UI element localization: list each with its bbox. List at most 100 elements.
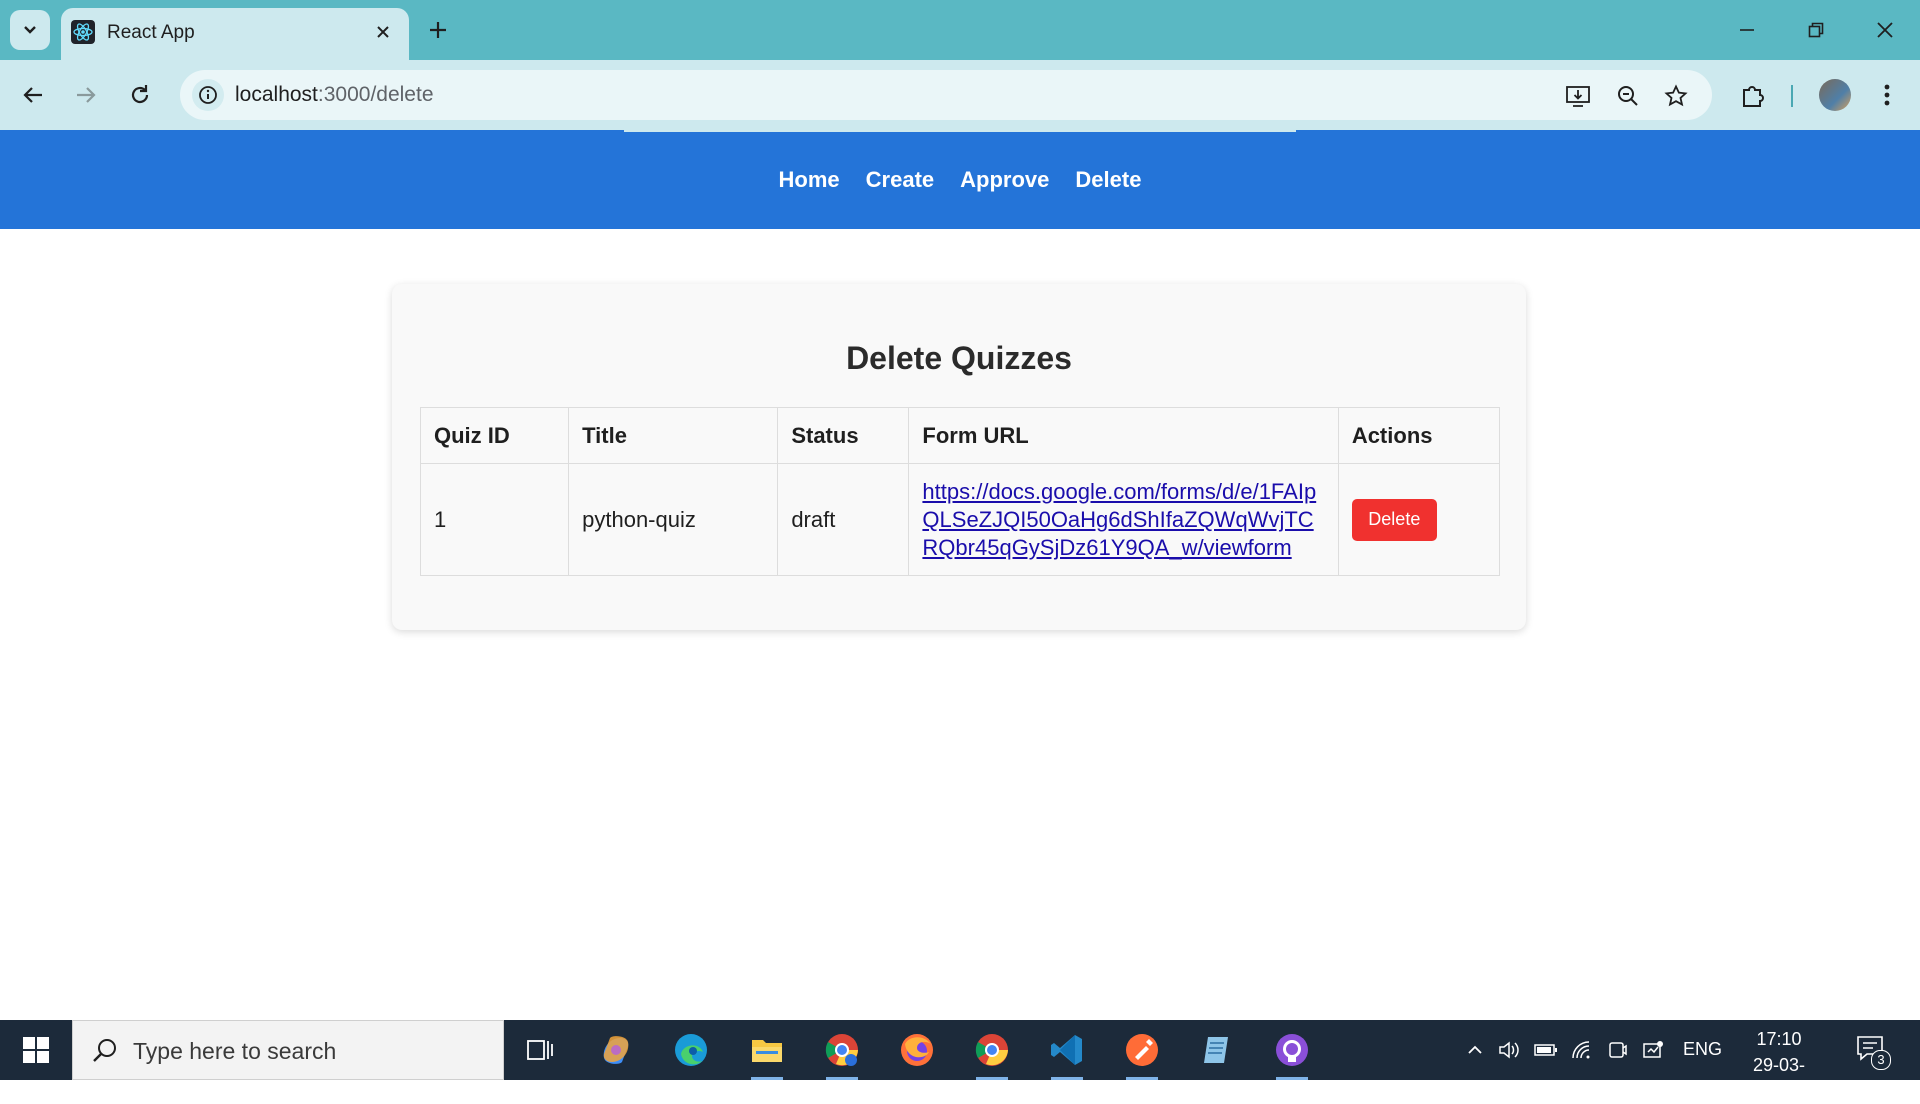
zoom-out-icon <box>1618 86 1638 106</box>
search-icon <box>93 1039 116 1062</box>
url-text: localhost:3000/delete <box>235 83 434 107</box>
postman-icon <box>1126 1034 1158 1066</box>
tab-close-button[interactable] <box>371 20 395 44</box>
zoom-button[interactable] <box>1614 82 1642 110</box>
page-title: Delete Quizzes <box>846 340 1072 376</box>
notification-count-badge: 3 <box>1871 1050 1891 1070</box>
browser-menu-button[interactable] <box>1871 79 1903 111</box>
back-button[interactable] <box>15 77 51 113</box>
browser-tabstrip: React App <box>0 0 1920 60</box>
wifi-icon <box>1572 1041 1590 1059</box>
info-icon <box>199 86 217 104</box>
close-window-button[interactable] <box>1862 12 1908 48</box>
taskbar-clock[interactable]: 17:10 29-03-2025 <box>1734 1026 1824 1104</box>
notepad-icon <box>1204 1037 1228 1063</box>
bookmark-button[interactable] <box>1662 82 1690 110</box>
cell-title: python-quiz <box>568 463 779 576</box>
profile-avatar[interactable] <box>1819 79 1851 111</box>
puzzle-icon <box>1743 86 1764 107</box>
reload-icon <box>131 85 149 104</box>
taskbar: Type here to search ENG 17:10 29-03-2025… <box>0 1020 1920 1101</box>
taskbar-search-box[interactable]: Type here to search <box>72 1020 504 1080</box>
task-view-button[interactable] <box>516 1026 564 1074</box>
folder-icon <box>752 1040 782 1062</box>
cell-actions: Delete <box>1337 463 1501 576</box>
more-vertical-icon <box>1884 84 1890 106</box>
new-tab-button[interactable] <box>424 16 452 44</box>
tab-search-button[interactable] <box>10 10 50 50</box>
header-title: Title <box>568 407 779 464</box>
taskbar-app-copilot[interactable] <box>592 1026 640 1074</box>
taskbar-app-chrome[interactable] <box>968 1026 1016 1080</box>
arrow-left-icon <box>23 87 42 103</box>
header-quiz-id: Quiz ID <box>419 407 570 464</box>
taskbar-app-firefox[interactable] <box>893 1026 941 1074</box>
battery-icon <box>1534 1044 1557 1056</box>
browser-toolbar: localhost:3000/delete <box>0 60 1920 130</box>
reload-button[interactable] <box>122 77 158 113</box>
restore-button[interactable] <box>1793 12 1839 48</box>
chrome-icon <box>825 1034 858 1066</box>
header-status: Status <box>777 407 910 464</box>
delete-quizzes-card: Delete Quizzes Quiz ID Title Status Form… <box>392 284 1526 630</box>
sync-status-button[interactable] <box>1638 1035 1668 1065</box>
copilot-icon <box>603 1036 629 1064</box>
extensions-button[interactable] <box>1737 79 1769 111</box>
meet-now-button[interactable] <box>1603 1035 1633 1065</box>
delete-quiz-button[interactable]: Delete <box>1351 498 1437 541</box>
taskbar-app-edge[interactable] <box>667 1026 715 1074</box>
taskbar-app-chrome-profile[interactable] <box>818 1026 866 1080</box>
notification-center-button[interactable]: 3 <box>1855 1034 1891 1070</box>
battery-button[interactable] <box>1531 1035 1561 1065</box>
taskbar-app-postman[interactable] <box>1118 1026 1166 1080</box>
install-app-button[interactable] <box>1564 82 1592 110</box>
task-view-icon <box>527 1040 553 1060</box>
cell-quiz-id: 1 <box>419 463 570 576</box>
vscode-icon <box>1051 1035 1082 1065</box>
github-icon <box>1276 1034 1308 1066</box>
tab-title: React App <box>107 22 195 43</box>
network-button[interactable] <box>1567 1035 1597 1065</box>
cell-status: draft <box>777 463 910 576</box>
volume-button[interactable] <box>1494 1035 1524 1065</box>
clock-date: 29-03-2025 <box>1752 1055 1806 1101</box>
input-language[interactable]: ENG <box>1683 1039 1722 1060</box>
nav-link-home[interactable]: Home <box>779 167 840 193</box>
close-icon <box>377 26 389 38</box>
nav-link-delete[interactable]: Delete <box>1075 167 1141 193</box>
nav-link-approve[interactable]: Approve <box>960 167 1049 193</box>
cell-form-url: https://docs.google.com/forms/d/e/1FAIpQ… <box>908 463 1339 576</box>
taskbar-app-vscode[interactable] <box>1043 1026 1091 1080</box>
show-hidden-icons-button[interactable] <box>1460 1035 1490 1065</box>
react-logo-icon <box>71 20 95 44</box>
taskbar-app-github-desktop[interactable] <box>1268 1026 1316 1080</box>
nav-link-create[interactable]: Create <box>866 167 934 193</box>
start-button[interactable] <box>0 1020 72 1080</box>
sync-icon <box>1643 1041 1663 1058</box>
browser-tab-active[interactable]: React App <box>61 8 409 60</box>
minimize-icon <box>1740 29 1754 31</box>
restore-icon <box>1808 22 1824 38</box>
camera-icon <box>1609 1042 1627 1058</box>
edge-icon <box>675 1034 707 1066</box>
minimize-button[interactable] <box>1724 12 1770 48</box>
chevron-up-icon <box>1468 1045 1482 1054</box>
table-row: 1 python-quiz draft https://docs.google.… <box>419 463 1501 576</box>
quizzes-table: Quiz ID Title Status Form URL Actions 1 … <box>419 407 1501 576</box>
taskbar-app-notepad[interactable] <box>1193 1026 1241 1074</box>
url-path: :3000/delete <box>317 83 434 106</box>
forward-button[interactable] <box>68 77 104 113</box>
taskbar-search-placeholder: Type here to search <box>133 1038 337 1064</box>
site-info-button[interactable] <box>192 79 224 111</box>
speaker-icon <box>1499 1041 1519 1059</box>
star-icon <box>1664 84 1688 107</box>
plus-icon <box>430 22 446 38</box>
arrow-right-icon <box>77 87 96 103</box>
close-icon <box>1877 22 1893 38</box>
firefox-icon <box>901 1034 933 1066</box>
nav-links: Home Create Approve Delete <box>0 130 1920 229</box>
app-navbar: Home Create Approve Delete <box>0 130 1920 229</box>
taskbar-app-file-explorer[interactable] <box>743 1026 791 1080</box>
address-bar[interactable]: localhost:3000/delete <box>180 70 1712 120</box>
form-url-link[interactable]: https://docs.google.com/forms/d/e/1FAIpQ… <box>922 478 1324 562</box>
